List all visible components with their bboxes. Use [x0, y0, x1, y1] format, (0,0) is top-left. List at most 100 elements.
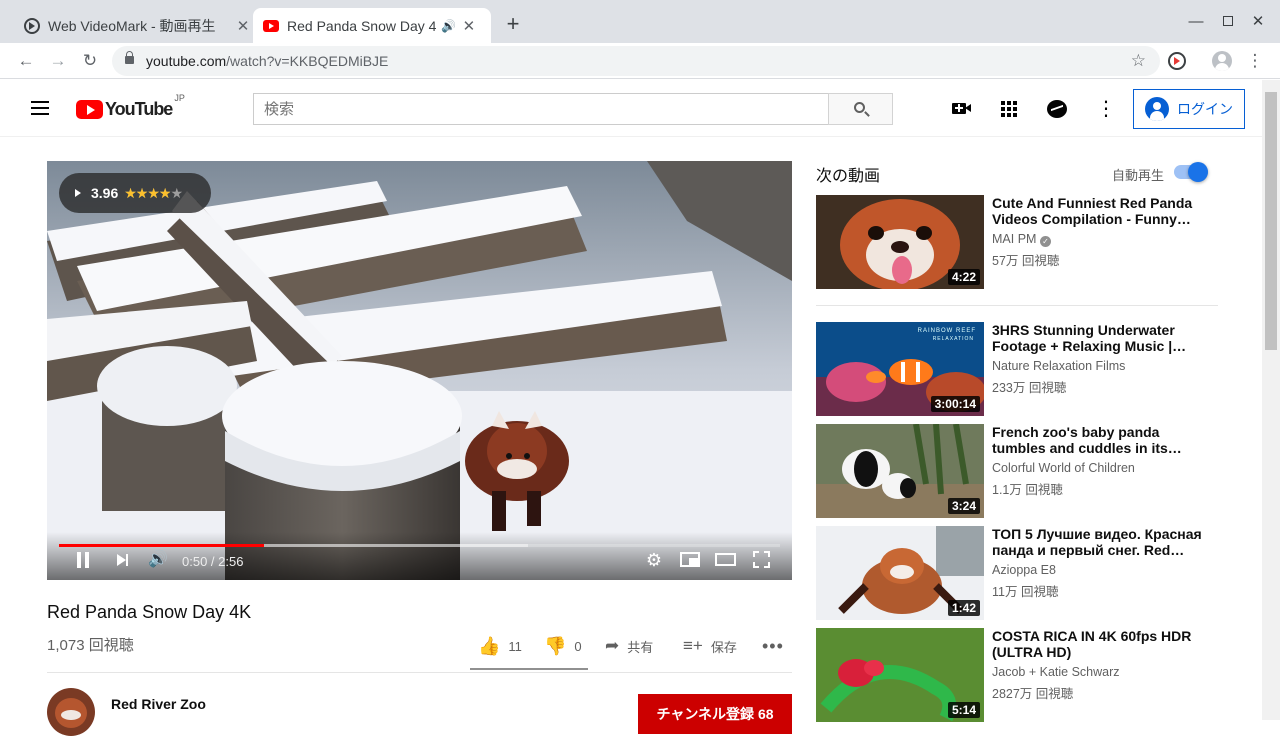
youtube-logo[interactable]: YouTube JP [76, 93, 185, 119]
recommended-video[interactable]: RAINBOW REEF RELAXATION 3:00:14 3HRS Stu… [816, 322, 1220, 416]
autoplay-toggle[interactable] [1174, 162, 1208, 182]
search-button[interactable] [828, 93, 893, 125]
channel-name[interactable]: Nature Relaxation Films [992, 359, 1125, 373]
like-button[interactable]: 👍 11 [478, 636, 522, 656]
recommended-video[interactable]: 3:24 French zoo's baby panda tumbles and… [816, 424, 1220, 518]
channel-name[interactable]: Azioppa E8 [992, 563, 1056, 577]
search-input[interactable] [253, 93, 829, 125]
save-icon: ≡+ [683, 636, 703, 655]
search-icon [854, 102, 865, 113]
view-count: 11万 回視聴 [992, 585, 1059, 599]
minimize-icon[interactable]: — [1186, 12, 1206, 32]
time-display: 0:50 / 2:56 [182, 554, 244, 569]
up-next-label: 次の動画 [816, 168, 881, 185]
tab-close-icon[interactable]: ✕ [460, 17, 478, 35]
like-icon: 👍 [478, 635, 501, 656]
youtube-favicon-icon [263, 19, 279, 32]
divider [816, 305, 1218, 306]
channel-name[interactable]: MAI PM ✓ [992, 232, 1051, 247]
video-frame-image [47, 161, 792, 580]
account-icon [1145, 97, 1169, 121]
subscribe-button[interactable]: チャンネル登録 68 [638, 694, 792, 734]
tab-red-panda[interactable]: Red Panda Snow Day 4 🔊 ✕ [253, 8, 491, 43]
settings-icon[interactable]: ⚙ [644, 548, 664, 572]
video-thumbnail[interactable]: 4:22 [816, 195, 984, 289]
channel-name[interactable]: Red River Zoo [111, 696, 206, 712]
player-controls: 🔊 0:50 / 2:56 ⚙ [47, 532, 792, 580]
video-duration: 1:42 [947, 600, 980, 616]
video-thumbnail[interactable]: RAINBOW REEF RELAXATION 3:00:14 [816, 322, 984, 416]
recommended-video[interactable]: 5:14 COSTA RICA IN 4K 60fps HDR (ULTRA H… [816, 628, 1220, 722]
recommended-video[interactable]: 1:42 ТОП 5 Лучшие видео. Красная панда и… [816, 526, 1220, 620]
video-title[interactable]: 3HRS Stunning Underwater Footage + Relax… [992, 322, 1202, 354]
address-bar[interactable]: youtube.com/watch?v=KKBQEDMiBJE ☆ [112, 46, 1160, 76]
next-icon[interactable] [115, 548, 131, 572]
logo-text: YouTube [105, 98, 173, 119]
logo-region: JP [174, 93, 185, 103]
extension-icon[interactable] [1168, 52, 1186, 70]
pause-icon[interactable] [75, 548, 91, 572]
create-video-icon[interactable] [952, 103, 971, 114]
profile-avatar-icon[interactable] [1212, 51, 1232, 71]
url-domain: youtube.com [146, 53, 227, 69]
maximize-icon[interactable] [1218, 12, 1238, 32]
tab-close-icon[interactable]: ✕ [234, 17, 252, 35]
video-title[interactable]: French zoo's baby panda tumbles and cudd… [992, 424, 1202, 456]
page-scrollbar[interactable] [1262, 80, 1280, 720]
close-window-icon[interactable]: ✕ [1248, 12, 1268, 32]
more-actions-icon[interactable]: ••• [762, 636, 784, 656]
new-tab-button[interactable]: + [502, 13, 524, 35]
video-thumbnail[interactable]: 1:42 [816, 526, 984, 620]
rating-play-icon [75, 189, 81, 197]
view-count: 1.1万 回視聴 [992, 483, 1063, 497]
channel-name[interactable]: Jacob + Katie Schwarz [992, 665, 1120, 679]
url-path: /watch?v=KKBQEDMiBJE [226, 53, 389, 69]
video-title[interactable]: Cute And Funniest Red Panda Videos Compi… [992, 195, 1202, 227]
audio-playing-icon[interactable]: 🔊 [441, 19, 456, 33]
share-label: 共有 [627, 639, 654, 655]
theater-icon[interactable] [715, 548, 737, 572]
menu-icon[interactable] [31, 101, 49, 115]
login-label: ログイン [1177, 101, 1233, 117]
rating-value: 3.96 [91, 185, 119, 201]
video-player[interactable]: 3.96 ★★★★★ ★★★★★ 🔊 0:50 / 2:56 ⚙ [47, 161, 792, 580]
channel-avatar[interactable] [47, 688, 95, 736]
video-title[interactable]: COSTA RICA IN 4K 60fps HDR (ULTRA HD) [992, 628, 1202, 660]
channel-name[interactable]: Colorful World of Children [992, 461, 1135, 475]
rating-stars-filled: ★★★★★ [124, 184, 170, 201]
login-button[interactable]: ログイン [1133, 89, 1245, 129]
rating-overlay[interactable]: 3.96 ★★★★★ ★★★★★ [59, 173, 211, 213]
more-vert-icon[interactable]: ⋮ [1096, 97, 1116, 121]
bookmark-star-icon[interactable]: ☆ [1131, 46, 1146, 76]
video-thumbnail[interactable]: 5:14 [816, 628, 984, 722]
tab-web-videomark[interactable]: Web VideoMark - 動画再生 ✕ [14, 8, 252, 43]
apps-icon[interactable] [1001, 101, 1017, 117]
view-count: 2827万 回視聴 [992, 687, 1074, 701]
fullscreen-icon[interactable] [752, 548, 772, 572]
volume-icon[interactable]: 🔊 [147, 548, 169, 572]
recommended-video[interactable]: 4:22 Cute And Funniest Red Panda Videos … [816, 195, 1220, 289]
verified-icon: ✓ [1039, 236, 1051, 247]
miniplayer-icon[interactable] [679, 548, 701, 572]
dislike-button[interactable]: 👎 0 [544, 636, 582, 656]
back-icon[interactable]: ← [14, 49, 38, 73]
browser-menu-icon[interactable]: ⋮ [1243, 49, 1267, 73]
share-button[interactable]: ➦ 共有 [605, 636, 653, 656]
like-ratio-bar [470, 668, 588, 670]
messages-icon[interactable] [1047, 100, 1067, 118]
video-thumbnail[interactable]: 3:24 [816, 424, 984, 518]
save-label: 保存 [710, 639, 737, 655]
autoplay-label: 自動再生 [1112, 168, 1165, 183]
video-title[interactable]: ТОП 5 Лучшие видео. Красная панда и перв… [992, 526, 1202, 558]
save-button[interactable]: ≡+ 保存 [683, 636, 737, 656]
thumbnail-subtitle: RELAXATION [932, 336, 974, 342]
forward-icon[interactable]: → [46, 49, 70, 73]
video-duration: 4:22 [947, 269, 980, 285]
divider [47, 672, 792, 673]
progress-bar[interactable] [59, 544, 780, 547]
scrollbar-thumb[interactable] [1265, 92, 1277, 350]
reload-icon[interactable]: ↻ [78, 49, 102, 73]
view-count: 233万 回視聴 [992, 381, 1067, 395]
browser-tab-strip: Web VideoMark - 動画再生 ✕ Red Panda Snow Da… [0, 0, 1280, 43]
browser-toolbar: ← → ↻ youtube.com/watch?v=KKBQEDMiBJE ☆ … [0, 43, 1280, 79]
